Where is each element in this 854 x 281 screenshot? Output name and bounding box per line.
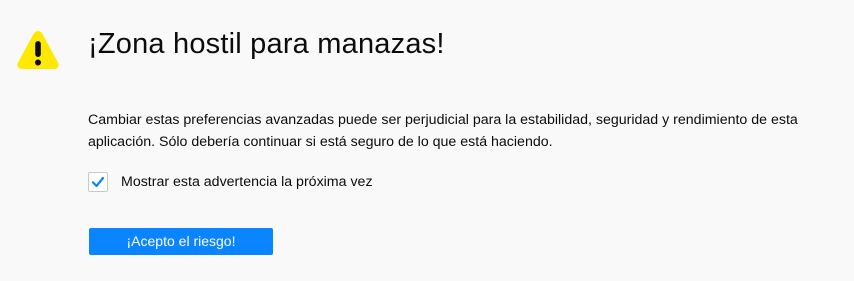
checkmark-icon bbox=[91, 176, 105, 188]
accept-risk-button[interactable]: ¡Acepto el riesgo! bbox=[89, 228, 273, 255]
show-warning-label[interactable]: Mostrar esta advertencia la próxima vez bbox=[121, 174, 373, 190]
warning-page: ¡Zona hostil para manazas! Cambiar estas… bbox=[0, 0, 854, 281]
page-title: ¡Zona hostil para manazas! bbox=[88, 28, 445, 60]
show-warning-checkbox[interactable] bbox=[88, 172, 108, 192]
warning-description: Cambiar estas preferencias avanzadas pue… bbox=[88, 112, 798, 150]
warning-icon bbox=[17, 31, 59, 69]
show-warning-option: Mostrar esta advertencia la próxima vez bbox=[88, 170, 373, 194]
